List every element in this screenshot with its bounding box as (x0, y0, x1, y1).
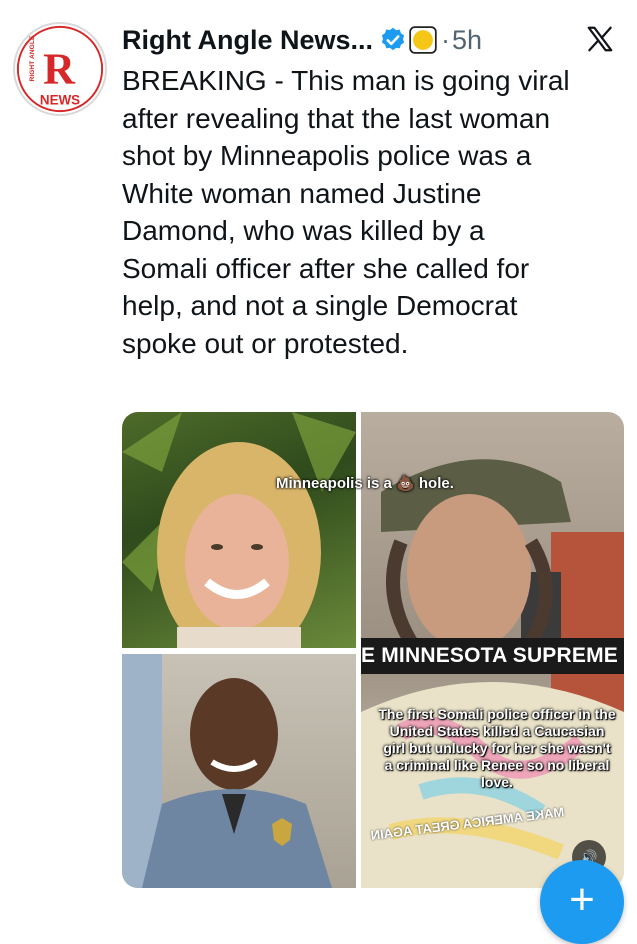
affiliate-badge-icon (409, 26, 437, 54)
verified-badge-icon (381, 27, 405, 51)
logo-text-top: RIGHT ANGLE (29, 35, 36, 81)
compose-button[interactable]: + (540, 860, 624, 944)
right-angle-news-logo: R RIGHT ANGLE NEWS (16, 25, 104, 113)
tweet-header: Right Angle News... · 5h (122, 20, 627, 60)
video-caption-top: Minneapolis is a 💩 hole. (276, 475, 454, 492)
video-caption-main: The first Somali police officer in the U… (378, 706, 616, 790)
tweet-text: BREAKING - This man is going viral after… (122, 65, 570, 359)
logo-letter: R (43, 44, 76, 93)
video-news-banner: E MINNESOTA SUPREME COU (361, 638, 624, 674)
account-name[interactable]: Right Angle News... (122, 25, 373, 56)
timestamp[interactable]: 5h (452, 25, 482, 56)
account-avatar[interactable]: R RIGHT ANGLE NEWS (13, 22, 107, 116)
separator-dot: · (441, 24, 451, 55)
media-photo-woman[interactable] (122, 412, 356, 648)
x-logo-icon[interactable] (585, 24, 615, 54)
media-photo-officer[interactable] (122, 654, 356, 888)
logo-text-bottom: NEWS (40, 92, 80, 107)
